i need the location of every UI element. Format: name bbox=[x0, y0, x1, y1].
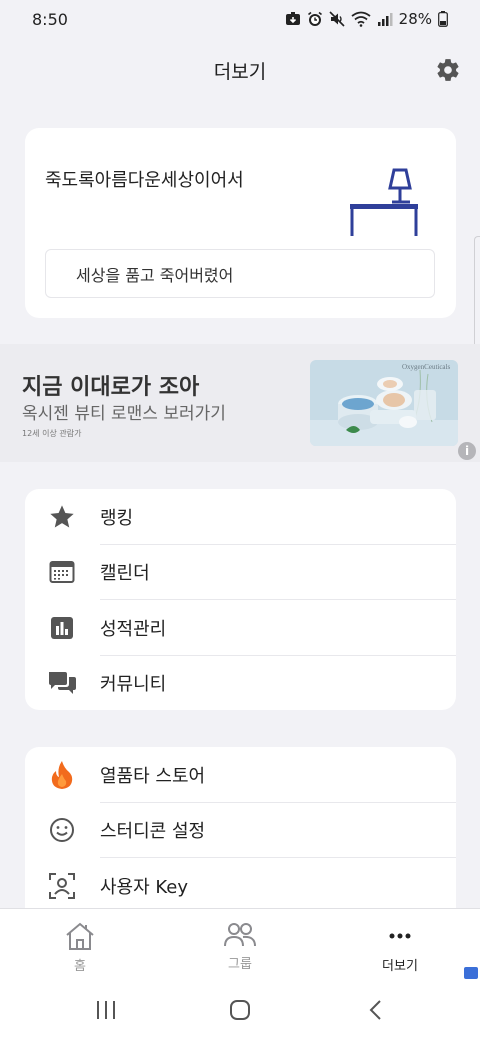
home-icon bbox=[66, 922, 94, 950]
menu-item-community[interactable]: 커뮤니티 bbox=[25, 656, 456, 711]
menu-item-store[interactable]: 열품타 스토어 bbox=[25, 747, 456, 803]
ad-product-image[interactable]: OxygenCeuticals bbox=[310, 360, 458, 446]
page-title: 더보기 bbox=[213, 60, 267, 83]
back-button[interactable] bbox=[364, 998, 388, 1022]
floating-badge-icon[interactable] bbox=[464, 967, 478, 979]
ad-brand-text: OxygenCeuticals bbox=[402, 363, 450, 371]
back-icon bbox=[369, 1000, 381, 1020]
menu-group-primary: 랭킹 캘린더 성적관리 커뮤니티 bbox=[25, 489, 456, 710]
menu-item-ranking[interactable]: 랭킹 bbox=[25, 489, 456, 545]
status-message[interactable]: 세상을 품고 죽어버렸어 bbox=[45, 249, 435, 298]
menu-label: 커뮤니티 bbox=[100, 674, 167, 696]
menu-label: 스터디콘 설정 bbox=[100, 821, 206, 843]
nav-home[interactable]: 홈 bbox=[35, 921, 125, 974]
ad-title: 지금 이대로가 조아 bbox=[22, 375, 200, 400]
battery-icon bbox=[438, 11, 448, 27]
fire-icon bbox=[47, 760, 77, 790]
home-circle-icon bbox=[230, 1000, 250, 1020]
menu-item-studycon-settings[interactable]: 스터디콘 설정 bbox=[25, 803, 456, 858]
mute-icon bbox=[329, 11, 345, 27]
more-icon bbox=[389, 933, 411, 939]
menu-group-secondary: 열품타 스토어 스터디콘 설정 사용자 Key bbox=[25, 747, 456, 927]
notification-icon bbox=[285, 12, 300, 25]
ad-subtitle: 옥시젠 뷰티 로맨스 보러가기 bbox=[22, 404, 226, 424]
calendar-icon bbox=[47, 557, 77, 587]
ad-info-button[interactable]: i bbox=[458, 442, 476, 460]
menu-label: 캘린더 bbox=[100, 563, 150, 585]
chart-icon bbox=[47, 613, 77, 643]
user-key-icon bbox=[47, 871, 77, 901]
status-icons: 28% bbox=[285, 10, 448, 28]
menu-item-calendar[interactable]: 캘린더 bbox=[25, 545, 456, 600]
menu-label: 랭킹 bbox=[100, 507, 134, 529]
nav-label: 더보기 bbox=[382, 959, 418, 974]
status-bar: 8:50 28% bbox=[0, 0, 480, 38]
cosmetic-product-image: OxygenCeuticals bbox=[310, 360, 458, 446]
battery-percent: 28% bbox=[398, 10, 432, 28]
recent-apps-icon bbox=[97, 1001, 115, 1019]
group-icon bbox=[224, 923, 256, 947]
menu-item-grade-management[interactable]: 성적관리 bbox=[25, 600, 456, 656]
ad-age-notice: 12세 이상 관람가 bbox=[22, 429, 82, 438]
signal-icon bbox=[377, 13, 393, 26]
recent-apps-button[interactable] bbox=[94, 998, 118, 1022]
menu-item-user-key[interactable]: 사용자 Key bbox=[25, 858, 456, 914]
chat-bubbles-icon bbox=[47, 668, 77, 698]
system-navigation-bar bbox=[0, 980, 480, 1040]
menu-label: 열품타 스토어 bbox=[100, 765, 206, 787]
wifi-icon bbox=[351, 11, 371, 27]
profile-card[interactable]: 죽도록아름다운세상이어서 세상을 품고 죽어버렸어 bbox=[25, 128, 456, 318]
gear-icon bbox=[437, 59, 459, 81]
home-button[interactable] bbox=[228, 998, 252, 1022]
menu-label: 성적관리 bbox=[100, 618, 167, 640]
smiley-icon bbox=[47, 815, 77, 845]
nav-more[interactable]: 더보기 bbox=[355, 921, 445, 974]
lamp-desk-icon bbox=[350, 168, 418, 236]
status-time: 8:50 bbox=[32, 9, 68, 29]
star-icon bbox=[47, 502, 77, 532]
bottom-nav: 홈 그룹 더보기 bbox=[0, 908, 480, 980]
settings-button[interactable] bbox=[434, 56, 462, 84]
nav-group[interactable]: 그룹 bbox=[195, 921, 285, 972]
profile-name: 죽도록아름다운세상이어서 bbox=[45, 170, 244, 191]
nav-label: 그룹 bbox=[228, 957, 252, 972]
header: 더보기 bbox=[0, 44, 480, 96]
nav-label: 홈 bbox=[74, 959, 86, 974]
menu-label: 사용자 Key bbox=[100, 876, 189, 898]
alarm-icon bbox=[307, 11, 322, 26]
ad-banner[interactable]: 지금 이대로가 조아 옥시젠 뷰티 로맨스 보러가기 12세 이상 관람가 Ox… bbox=[0, 344, 480, 462]
